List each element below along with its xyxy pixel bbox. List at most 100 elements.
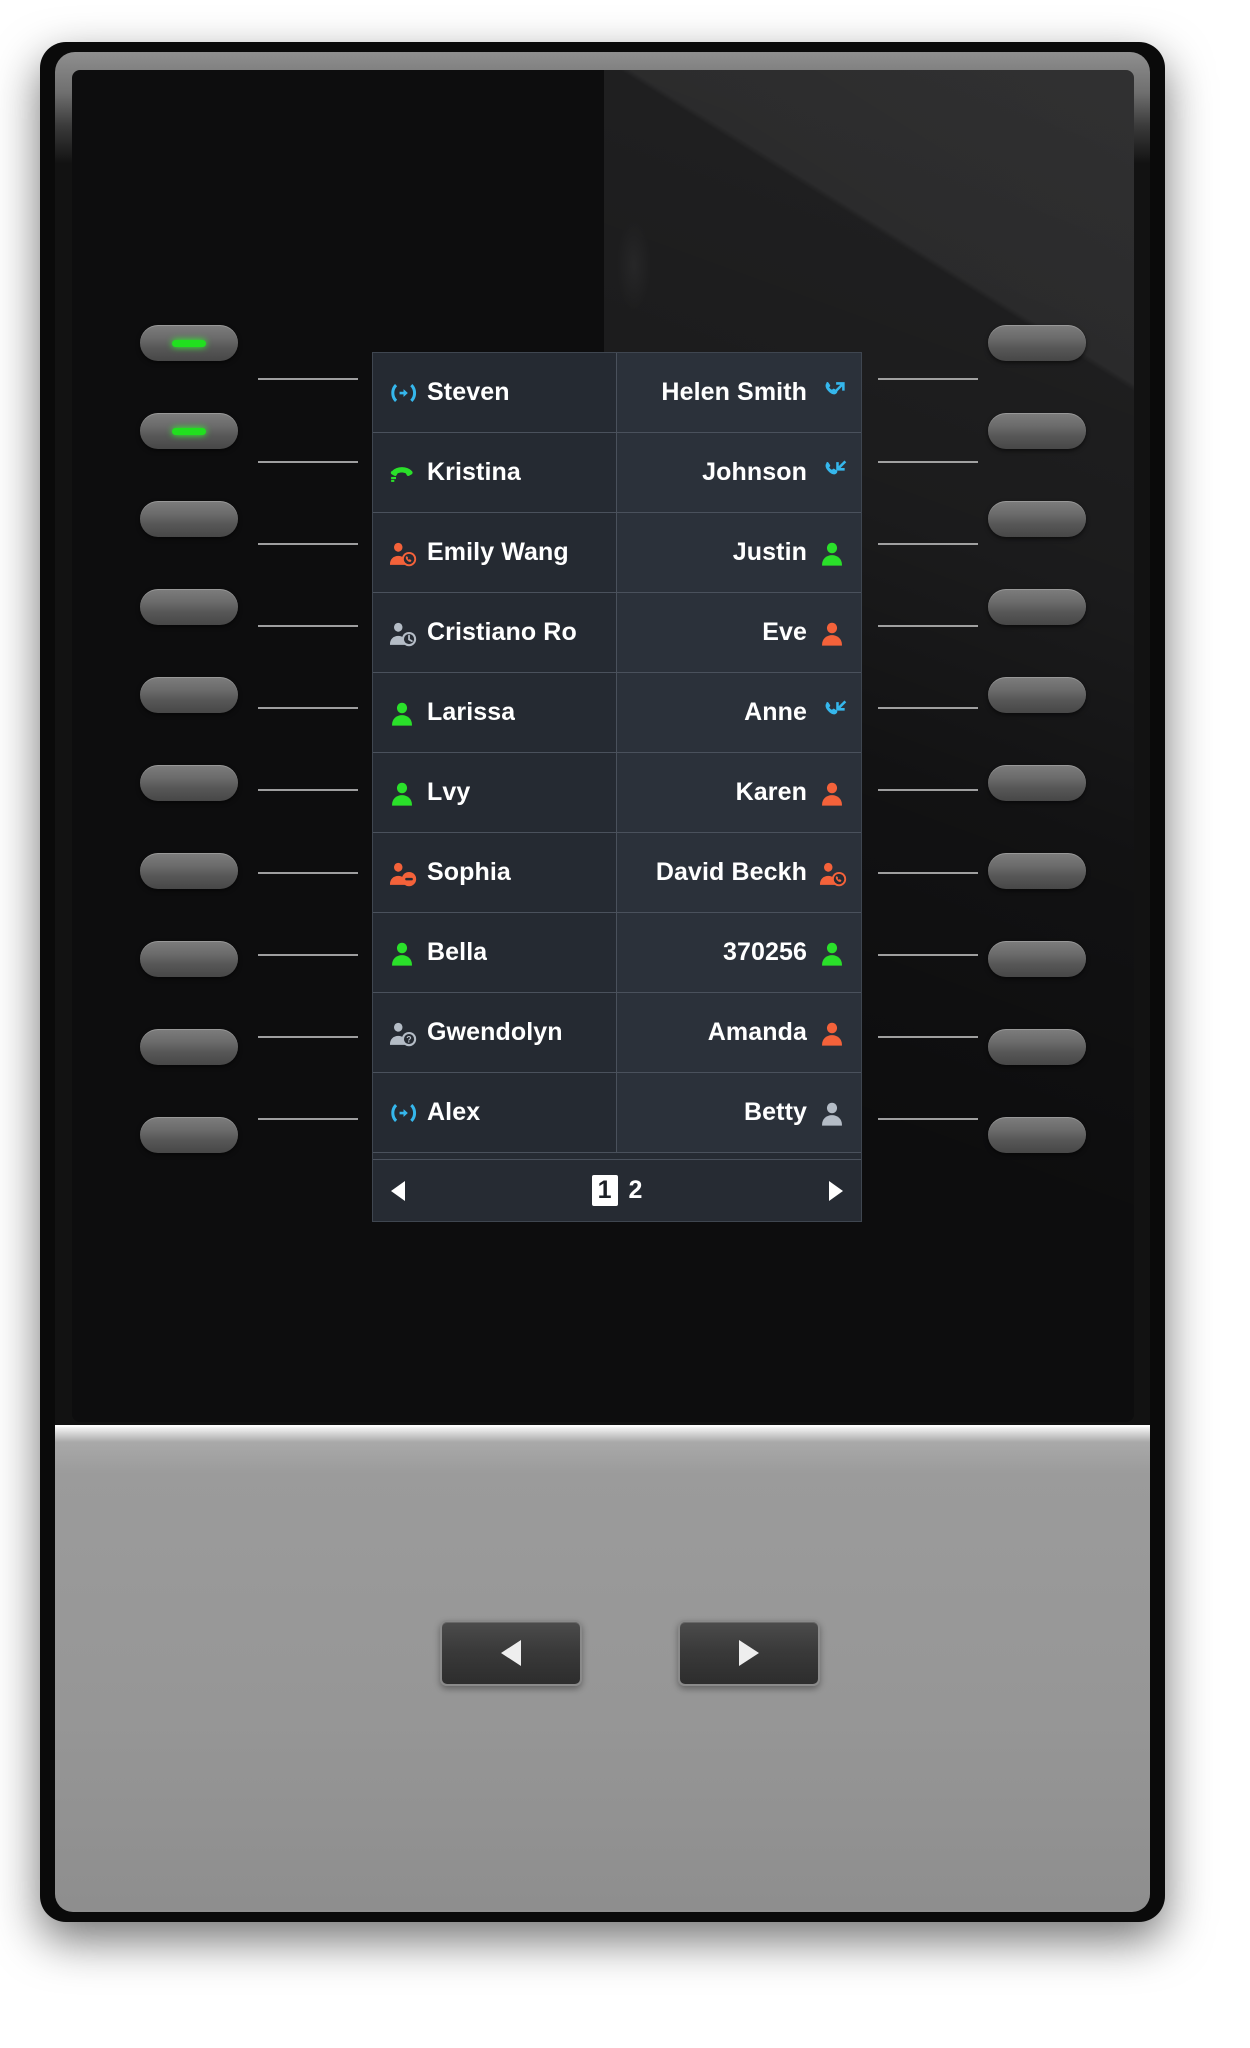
key-led-icon [172,516,206,523]
side-key-right-7[interactable] [988,853,1086,889]
side-key-left-6[interactable] [140,765,238,801]
contact-name: Bella [427,938,488,966]
key-led-icon [172,427,206,435]
svg-text:?: ? [406,1034,411,1044]
key-led-icon [1020,692,1054,699]
contact-row: Larissa Anne [373,673,861,753]
side-key-left-2[interactable] [140,413,238,449]
lcd-screen: Steven Helen Smith Kristina Johnson Emily Wa… [372,352,862,1222]
side-key-left-3[interactable] [140,501,238,537]
contact-cell-left[interactable]: Cristiano Ro [373,593,617,672]
pager-prev-icon[interactable] [391,1180,405,1201]
key-led-icon [1020,340,1054,347]
contact-name: Justin [732,538,807,566]
key-leader-line-left-4 [258,625,358,627]
side-key-right-5[interactable] [988,677,1086,713]
contact-cell-right[interactable]: 370256 [617,913,861,992]
side-key-left-4[interactable] [140,589,238,625]
call-transfer-icon [391,383,417,402]
contact-row: Bella 370256 [373,913,861,993]
contact-cell-right[interactable]: Justin [617,513,861,592]
key-led-icon [172,956,206,963]
contact-cell-left[interactable]: Sophia [373,833,617,912]
contact-name: Cristiano Ro [427,618,577,646]
key-leader-line-right-2 [878,460,978,463]
contact-cell-left[interactable]: Steven [373,353,617,432]
side-key-right-8[interactable] [988,941,1086,977]
glass-highlight [617,220,651,310]
contact-cell-left[interactable]: ? Gwendolyn [373,993,617,1072]
key-led-icon [1020,604,1054,611]
side-key-right-4[interactable] [988,589,1086,625]
contact-name: Gwendolyn [427,1018,563,1046]
contact-row: Alex Betty [373,1073,861,1153]
user-icon [822,542,842,566]
contact-name: Kristina [427,458,521,486]
key-led-icon [1020,516,1054,523]
key-leader-line-left-2 [258,460,358,463]
pager-page-numbers: 12 [591,1175,643,1206]
side-key-left-1[interactable] [140,325,238,361]
user-on-call-icon [820,862,847,886]
pager-page-2[interactable]: 2 [629,1176,643,1205]
side-key-right-2[interactable] [988,413,1086,449]
contact-cell-left[interactable]: Kristina [373,433,617,512]
contact-cell-left[interactable]: Emily Wang [373,513,617,592]
contact-name: 370256 [722,938,807,966]
contact-cell-right[interactable]: Karen [617,753,861,832]
hardware-page-prev-button[interactable] [440,1620,582,1686]
contact-name: Steven [427,378,510,406]
side-key-right-3[interactable] [988,501,1086,537]
side-key-right-10[interactable] [988,1117,1086,1153]
contact-cell-right[interactable]: Helen Smith [617,353,861,432]
key-leader-line-right-3 [878,542,978,545]
contact-row: ? Gwendolyn Amanda [373,993,861,1073]
handset-ringing-icon [390,466,413,482]
hardware-page-next-button[interactable] [678,1620,820,1686]
contact-cell-left[interactable]: Bella [373,913,617,992]
key-led-icon [1020,780,1054,787]
pager-page-1[interactable]: 1 [591,1175,618,1206]
user-icon [822,622,842,646]
contact-cell-right[interactable]: David Beckh [617,833,861,912]
key-led-icon [1020,868,1054,875]
user-clock-icon [390,622,417,646]
triangle-right-icon [739,1640,759,1666]
contact-row: Lvy Karen [373,753,861,833]
contact-name: Amanda [707,1018,807,1046]
key-led-icon [172,1044,206,1051]
user-icon [822,1102,842,1126]
contact-name: Lvy [427,778,471,806]
contact-name: Karen [735,778,807,806]
side-key-left-7[interactable] [140,853,238,889]
side-key-right-6[interactable] [988,765,1086,801]
key-led-icon [172,1132,206,1139]
user-dnd-icon [390,862,417,886]
call-transfer-icon [391,1103,417,1122]
contact-name: Betty [743,1098,807,1126]
key-led-icon [172,604,206,611]
key-leader-line-right-10 [878,1118,978,1121]
key-leader-line-left-3 [258,542,358,545]
side-key-left-10[interactable] [140,1117,238,1153]
contact-name: Emily Wang [427,538,569,566]
side-key-left-5[interactable] [140,677,238,713]
key-leader-line-left-10 [258,1118,358,1121]
contact-cell-right[interactable]: Betty [617,1073,861,1152]
key-leader-line-left-9 [258,1036,358,1039]
side-key-right-9[interactable] [988,1029,1086,1065]
contact-row: Kristina Johnson [373,433,861,513]
pager-next-icon[interactable] [829,1180,843,1201]
side-key-right-1[interactable] [988,325,1086,361]
contact-cell-left[interactable]: Lvy [373,753,617,832]
contact-cell-left[interactable]: Alex [373,1073,617,1152]
side-key-left-8[interactable] [140,941,238,977]
contact-cell-left[interactable]: Larissa [373,673,617,752]
key-leader-line-right-8 [878,953,978,956]
contact-cell-right[interactable]: Eve [617,593,861,672]
side-key-left-9[interactable] [140,1029,238,1065]
contact-cell-right[interactable]: Anne [617,673,861,752]
key-led-icon [1020,1044,1054,1051]
contact-cell-right[interactable]: Johnson [617,433,861,512]
contact-cell-right[interactable]: Amanda [617,993,861,1072]
